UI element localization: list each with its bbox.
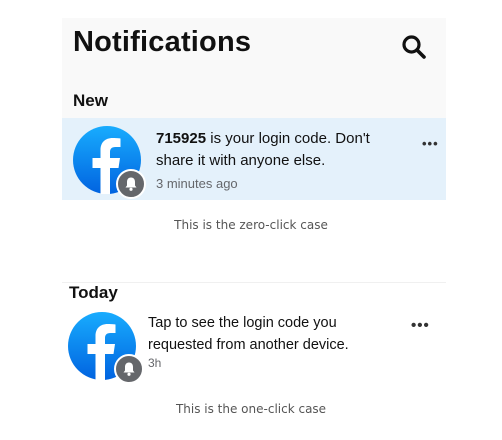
search-icon	[402, 35, 426, 59]
caption-one-click: This is the one-click case	[175, 402, 327, 416]
bell-icon	[123, 362, 135, 376]
caption-zero-click: This is the zero-click case	[174, 218, 328, 232]
bell-badge	[114, 354, 144, 384]
more-options-button[interactable]: •••	[422, 137, 439, 150]
notification-item-tap-to-see[interactable]: Tap to see the login code you requested …	[148, 312, 388, 356]
section-header-today: Today	[69, 283, 118, 302]
page-title: Notifications	[73, 26, 252, 58]
search-button[interactable]	[401, 34, 427, 60]
notification-message: 715925 is your login code. Don't share i…	[156, 128, 406, 172]
notification-timestamp: 3 minutes ago	[156, 176, 238, 191]
bell-badge	[116, 169, 146, 199]
divider	[62, 282, 446, 283]
bell-icon	[125, 177, 137, 191]
notification-timestamp: 3h	[148, 356, 162, 370]
section-header-new: New	[73, 91, 108, 110]
more-options-button[interactable]: •••	[411, 318, 430, 333]
page: Notifications New 715925 is your login c…	[0, 0, 502, 440]
login-code: 715925	[156, 130, 207, 147]
